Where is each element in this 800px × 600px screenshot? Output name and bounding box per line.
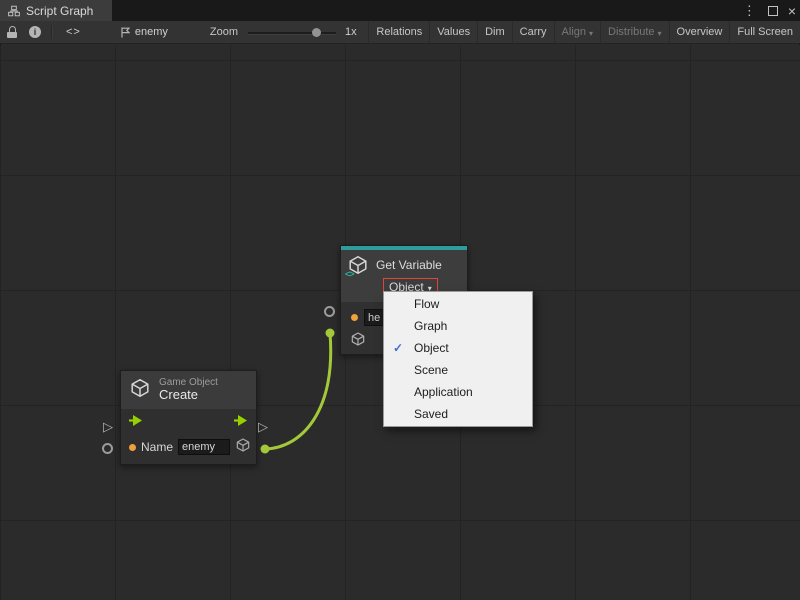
create-output-port[interactable] (261, 445, 270, 454)
dim-button[interactable]: Dim (477, 21, 512, 43)
graph-toolbar: i <> enemy Zoom 1x Relations Values Dim … (0, 21, 800, 44)
get-variable-name-port[interactable] (324, 306, 335, 317)
chevron-down-icon: ▾ (658, 29, 662, 38)
create-node-header: Game Object Create (121, 371, 256, 409)
graph-canvas[interactable]: <> Get Variable Object ▾ he (0, 45, 800, 600)
zoom-slider[interactable] (248, 28, 336, 37)
flow-out-arrow-icon (234, 414, 248, 432)
align-button[interactable]: Align ▾ (554, 21, 600, 43)
maximize-icon[interactable] (768, 6, 778, 16)
create-node-body: Name (121, 409, 256, 464)
script-graph-window: Script Graph ⋮ × i <> enemy Zoom 1x Rela… (0, 0, 800, 600)
gameobject-output-icon (235, 437, 251, 458)
menu-item-graph[interactable]: Graph (384, 315, 532, 337)
node-title: Create (159, 388, 218, 403)
gameobject-cube-icon (129, 377, 151, 404)
menu-item-application[interactable]: Application (384, 381, 532, 403)
relations-button[interactable]: Relations (368, 21, 429, 43)
name-label: Name (141, 440, 173, 454)
code-badge-icon: <> (345, 269, 354, 279)
flow-out-port[interactable]: ▷ (258, 420, 268, 433)
node-title: Get Variable (376, 258, 442, 272)
lock-icon[interactable] (7, 26, 18, 38)
flow-in-port[interactable]: ▷ (103, 420, 113, 433)
info-icon[interactable]: i (29, 26, 41, 38)
tab-script-graph[interactable]: Script Graph (0, 0, 112, 21)
fullscreen-button[interactable]: Full Screen (729, 21, 800, 43)
value-port-dot-icon (351, 314, 358, 321)
zoom-value: 1x (345, 26, 357, 38)
check-icon: ✓ (393, 341, 414, 355)
code-view-icon[interactable]: <> (66, 26, 81, 38)
menu-item-flow[interactable]: Flow (384, 293, 532, 315)
name-input[interactable] (178, 439, 230, 455)
variable-cube-icon: <> (347, 254, 369, 276)
graph-icon (8, 5, 20, 17)
toolbar-separator (51, 25, 53, 39)
carry-button[interactable]: Carry (512, 21, 554, 43)
menu-item-object[interactable]: ✓ Object (384, 337, 532, 359)
chevron-down-icon: ▾ (589, 29, 593, 38)
scope-dropdown-menu: Flow Graph ✓ Object Scene Application Sa… (383, 291, 533, 427)
name-input-port[interactable] (102, 443, 113, 454)
connection-wire (265, 333, 331, 449)
window-controls: ⋮ × (741, 0, 796, 21)
zoom-slider-track[interactable] (248, 32, 336, 35)
close-icon[interactable]: × (788, 4, 796, 18)
menu-dots-icon[interactable]: ⋮ (741, 4, 758, 17)
flow-in-arrow-icon (129, 414, 143, 432)
zoom-label: Zoom (210, 26, 238, 38)
menu-item-saved[interactable]: Saved (384, 403, 532, 425)
graph-name-label: enemy (135, 26, 168, 38)
values-button[interactable]: Values (429, 21, 477, 43)
name-port-dot-icon (129, 444, 136, 451)
game-object-create-node[interactable]: Game Object Create Name (120, 370, 257, 465)
overview-button[interactable]: Overview (669, 21, 730, 43)
tab-title: Script Graph (26, 4, 93, 18)
graph-flag-icon (121, 27, 130, 38)
gameobject-type-icon (350, 331, 366, 352)
get-variable-object-port[interactable] (326, 329, 335, 338)
window-titlebar: Script Graph ⋮ × (0, 0, 800, 21)
distribute-button[interactable]: Distribute ▾ (600, 21, 668, 43)
zoom-slider-handle[interactable] (312, 28, 321, 37)
toolbar-buttons: Relations Values Dim Carry Align ▾ Distr… (368, 21, 800, 43)
menu-item-scene[interactable]: Scene (384, 359, 532, 381)
